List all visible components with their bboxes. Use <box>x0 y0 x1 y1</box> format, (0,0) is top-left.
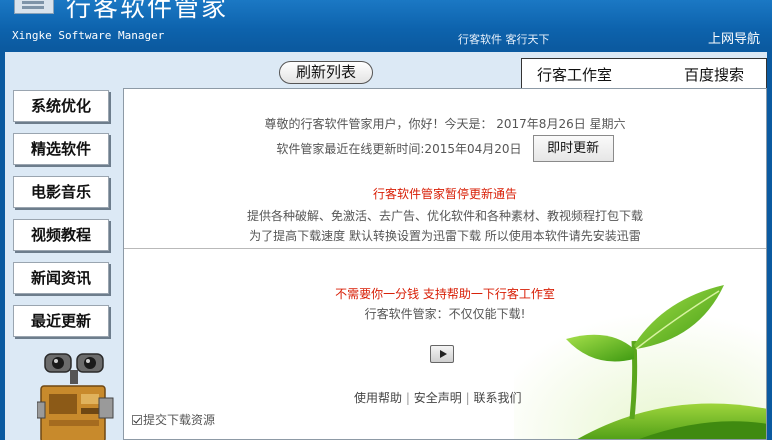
update-now-button[interactable]: 即时更新 <box>532 135 614 162</box>
robot-mascot <box>37 353 114 440</box>
nav-link[interactable]: 上网导航 <box>708 28 760 47</box>
notice-line-1: 提供各种破解、免激活、去广告、优化软件和各种素材、教视频程打包下载 <box>246 209 643 223</box>
sidebar-item-system-optimize[interactable]: 系统优化 <box>13 90 109 122</box>
tab-baidu-search[interactable]: 百度搜索 <box>684 64 744 85</box>
submit-resource-link[interactable]: 提交下载资源 <box>132 411 215 428</box>
content-panel: 尊敬的行客软件管家用户，你好！今天是： 2017年8月26日 星期六 软件管家最… <box>123 88 767 440</box>
toolbar: 刷新列表 行客工作室 百度搜索 <box>127 58 767 88</box>
play-icon[interactable] <box>430 345 454 363</box>
greeting-text: 尊敬的行客软件管家用户，你好！今天是： 2017年8月26日 星期六 <box>264 117 626 131</box>
app-logo-icon <box>14 0 54 14</box>
app-subtitle: Xingke Software Manager <box>12 29 165 42</box>
submit-resource-label: 提交下载资源 <box>143 413 216 427</box>
sidebar: 系统优化 精选软件 电影音乐 视频教程 新闻资讯 最近更新 <box>13 90 111 348</box>
refresh-list-button[interactable]: 刷新列表 <box>279 61 373 84</box>
support-text: 不需要你一分钱 支持帮助一下行客工作室 <box>335 287 555 301</box>
sidebar-item-movie-music[interactable]: 电影音乐 <box>13 176 109 208</box>
checkbox-icon <box>132 415 142 425</box>
help-link[interactable]: 使用帮助 <box>354 391 402 405</box>
sidebar-item-news[interactable]: 新闻资讯 <box>13 262 109 294</box>
sidebar-item-video-tutorials[interactable]: 视频教程 <box>13 219 109 251</box>
slogan: 行客软件 客行天下 <box>458 33 550 46</box>
update-row: 软件管家最近在线更新时间:2015年04月20日 即时更新 <box>124 135 766 165</box>
tagline-text: 行客软件管家：不仅仅能下载! <box>364 307 526 321</box>
main-frame: 刷新列表 行客工作室 百度搜索 系统优化 精选软件 电影音乐 视频教程 新闻资讯… <box>0 48 772 440</box>
sidebar-item-recent-updates[interactable]: 最近更新 <box>13 305 109 337</box>
sidebar-item-selected-software[interactable]: 精选软件 <box>13 133 109 165</box>
tab-xingke-studio[interactable]: 行客工作室 <box>537 64 612 85</box>
notice-line-2: 为了提高下载速度 默认转换设置为迅雷下载 所以使用本软件请先安装迅雷 <box>249 229 641 243</box>
separator: | <box>465 391 470 405</box>
tab-strip: 行客工作室 百度搜索 <box>521 58 767 88</box>
title-bar: 行客软件管家 Xingke Software Manager 行客软件 客行天下… <box>0 0 772 48</box>
app-title: 行客软件管家 <box>66 0 229 22</box>
last-update-text: 软件管家最近在线更新时间:2015年04月20日 <box>276 142 522 156</box>
security-statement-link[interactable]: 安全声明 <box>414 391 462 405</box>
info-section: 尊敬的行客软件管家用户，你好！今天是： 2017年8月26日 星期六 软件管家最… <box>124 89 766 249</box>
footer-links: 使用帮助 | 安全声明 | 联系我们 <box>354 389 521 406</box>
contact-us-link[interactable]: 联系我们 <box>473 391 521 405</box>
separator: | <box>405 391 410 405</box>
notice-title: 行客软件管家暂停更新通告 <box>372 187 517 201</box>
frame-inner: 刷新列表 行客工作室 百度搜索 系统优化 精选软件 电影音乐 视频教程 新闻资讯… <box>5 52 767 440</box>
